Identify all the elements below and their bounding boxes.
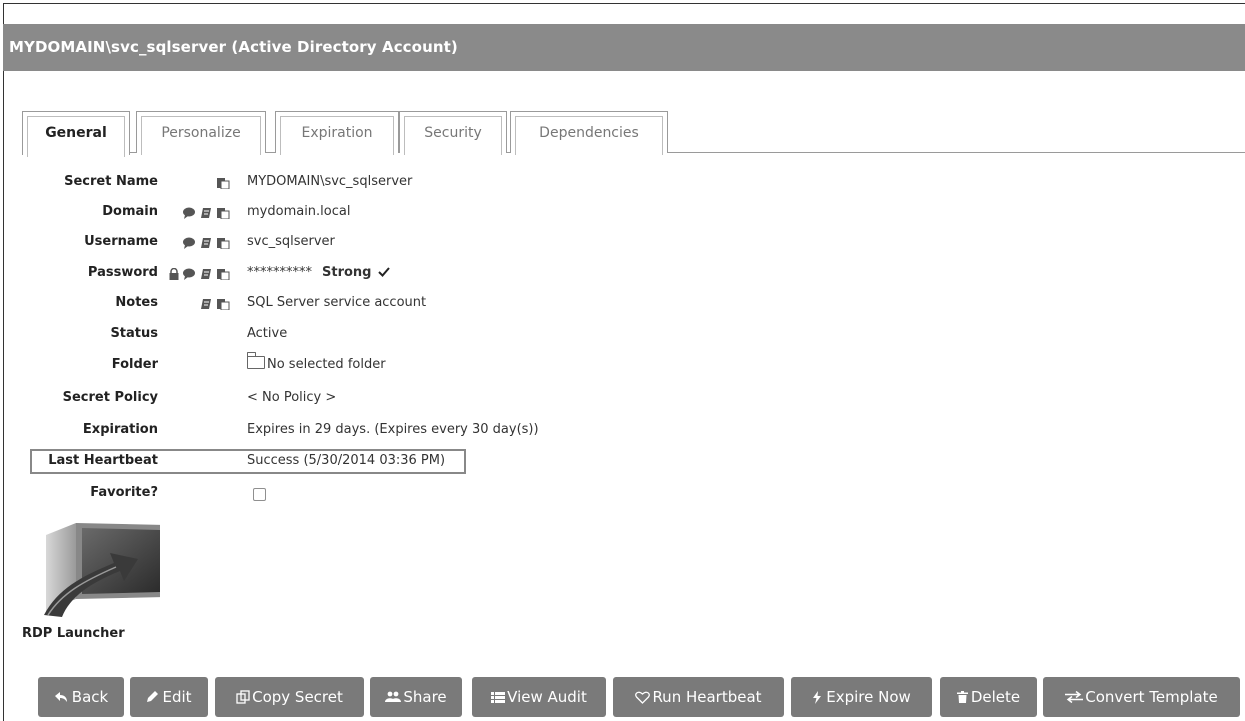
tab-expiration-inner: [280, 116, 394, 155]
tab-general-inner: [27, 116, 125, 157]
run-heartbeat-button-label: Run Heartbeat: [652, 688, 762, 706]
delete-button-label: Delete: [970, 688, 1021, 706]
tab-personalize-inner: [141, 116, 261, 155]
list-icon: [491, 692, 506, 703]
edit-button-label: Edit: [162, 688, 192, 706]
row-password: Password ********** Strong: [0, 262, 1245, 284]
share-button-label: Share: [403, 688, 447, 706]
domain-value: mydomain.local: [247, 204, 351, 219]
copy-secret-button[interactable]: Copy Secret: [215, 677, 364, 717]
row-secret-name: Secret Name MYDOMAIN\svc_sqlserver: [0, 171, 1245, 193]
share-button[interactable]: Share: [370, 677, 462, 717]
secret-policy-value: < No Policy >: [247, 390, 337, 405]
domain-label: Domain: [102, 204, 158, 219]
comment-icon[interactable]: [182, 207, 196, 219]
trash-icon: [956, 691, 968, 703]
expire-now-button[interactable]: Expire Now: [791, 677, 932, 717]
password-strength: Strong: [322, 265, 372, 280]
password-icons: [168, 262, 238, 284]
favorite-label: Favorite?: [90, 485, 158, 500]
copy-icon[interactable]: [216, 298, 230, 310]
username-value: svc_sqlserver: [247, 234, 335, 249]
convert-template-button-label: Convert Template: [1085, 688, 1218, 706]
tab-bar: General Personalize Expiration Security …: [22, 111, 1245, 157]
lightning-icon: [813, 691, 822, 704]
secret-policy-label: Secret Policy: [62, 390, 158, 405]
folder-value-group[interactable]: No selected folder: [247, 352, 386, 376]
folder-value: No selected folder: [267, 357, 386, 372]
heart-icon: [635, 691, 651, 704]
folder-label: Folder: [111, 357, 158, 372]
row-status: Status Active: [0, 323, 1245, 345]
back-arrow-icon: [54, 692, 67, 702]
back-button-label: Back: [71, 688, 109, 706]
password-value: **********: [247, 265, 312, 280]
users-icon: [385, 691, 402, 702]
copy-icon[interactable]: [216, 177, 230, 189]
tab-dependencies[interactable]: Dependencies: [510, 111, 668, 155]
tab-personalize[interactable]: Personalize: [136, 111, 266, 155]
notes-value: SQL Server service account: [247, 295, 427, 310]
edit-icon[interactable]: [200, 207, 212, 219]
edit-icon[interactable]: [200, 268, 212, 280]
edit-icon[interactable]: [200, 298, 212, 310]
copy-secret-button-label: Copy Secret: [252, 688, 343, 706]
last-heartbeat-value: Success (5/30/2014 03:36 PM): [247, 453, 446, 468]
lock-icon[interactable]: [168, 268, 180, 280]
checkmark-icon: [377, 267, 390, 277]
secret-name-icons: [168, 171, 238, 193]
edit-icon[interactable]: [200, 237, 212, 249]
domain-icons: [168, 201, 238, 223]
convert-template-button[interactable]: Convert Template: [1043, 677, 1240, 717]
row-username: Username svc_sqlserver: [0, 231, 1245, 253]
tab-general[interactable]: General: [22, 111, 130, 157]
folder-icon: [247, 352, 265, 369]
comment-icon[interactable]: [182, 237, 196, 249]
row-domain: Domain mydomain.local: [0, 201, 1245, 223]
row-secret-policy: Secret Policy < No Policy >: [0, 387, 1245, 409]
favorite-checkbox[interactable]: [253, 488, 266, 501]
username-icons: [168, 231, 238, 253]
password-value-group: ********** Strong: [247, 262, 390, 284]
status-value: Active: [247, 326, 288, 341]
tab-dependencies-inner: [515, 116, 663, 155]
copy-icon[interactable]: [216, 237, 230, 249]
window-title: MYDOMAIN\svc_sqlserver (Active Directory…: [3, 24, 1245, 71]
secret-name-label: Secret Name: [64, 174, 158, 189]
tab-security-inner: [404, 116, 502, 155]
notes-label: Notes: [115, 295, 158, 310]
view-audit-button-label: View Audit: [507, 688, 587, 706]
copy-icon[interactable]: [216, 268, 230, 280]
view-audit-button[interactable]: View Audit: [472, 677, 606, 717]
row-last-heartbeat: Last Heartbeat Success (5/30/2014 03:36 …: [0, 450, 1245, 472]
comment-icon[interactable]: [182, 268, 196, 280]
last-heartbeat-label: Last Heartbeat: [48, 453, 158, 468]
username-label: Username: [84, 234, 158, 249]
row-folder: Folder No selected folder: [0, 352, 1245, 376]
expiration-value: Expires in 29 days. (Expires every 30 da…: [247, 422, 539, 437]
row-notes: Notes SQL Server service account: [0, 292, 1245, 314]
run-heartbeat-button[interactable]: Run Heartbeat: [613, 677, 784, 717]
rdp-launcher-label: RDP Launcher: [22, 626, 125, 641]
row-favorite: Favorite?: [0, 482, 1245, 504]
copy-secret-icon: [236, 690, 250, 704]
row-expiration: Expiration Expires in 29 days. (Expires …: [0, 419, 1245, 441]
pencil-icon: [147, 691, 159, 702]
delete-button[interactable]: Delete: [940, 677, 1037, 717]
copy-icon[interactable]: [216, 207, 230, 219]
back-button[interactable]: Back: [38, 677, 124, 717]
expire-now-button-label: Expire Now: [826, 688, 911, 706]
status-label: Status: [110, 326, 158, 341]
notes-icons: [168, 292, 238, 314]
tab-security[interactable]: Security: [399, 111, 507, 155]
secret-name-value: MYDOMAIN\svc_sqlserver: [247, 174, 413, 189]
expiration-label: Expiration: [82, 422, 158, 437]
tab-expiration[interactable]: Expiration: [275, 111, 399, 155]
edit-button[interactable]: Edit: [130, 677, 208, 717]
exchange-icon: [1065, 690, 1084, 704]
password-label: Password: [87, 265, 158, 280]
rdp-launcher-icon[interactable]: [40, 519, 160, 619]
